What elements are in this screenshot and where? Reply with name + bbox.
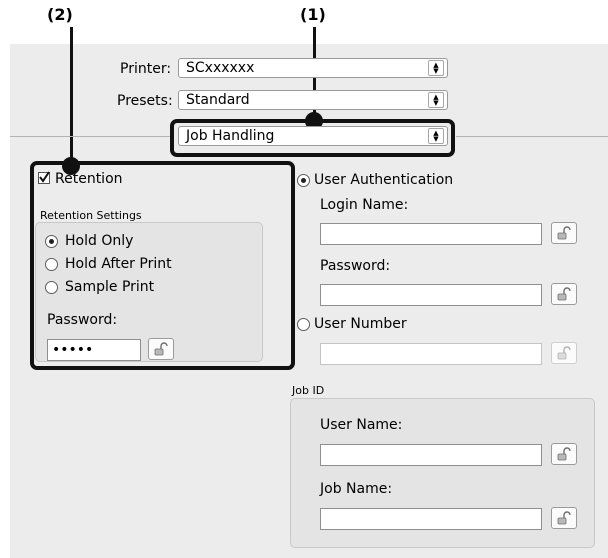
- job-name-label: Job Name:: [320, 481, 393, 497]
- auth-password-lock-button[interactable]: [551, 283, 577, 305]
- printer-label: Printer:: [120, 61, 172, 77]
- callout-label-1: (1): [300, 5, 326, 24]
- padlock-icon: [557, 287, 571, 301]
- presets-popup[interactable]: Standard ▲ ▼: [178, 90, 448, 110]
- auth-password-label: Password:: [320, 258, 391, 274]
- user-name-label: User Name:: [320, 417, 403, 433]
- user-name-lock-button[interactable]: [551, 443, 577, 465]
- separator-right: [456, 136, 608, 137]
- job-name-lock-button[interactable]: [551, 507, 577, 529]
- padlock-icon: [557, 447, 571, 461]
- padlock-icon: [557, 226, 571, 240]
- callout-box-2: [30, 161, 295, 370]
- up-down-arrows-icon: ▲ ▼: [428, 60, 444, 76]
- separator-left: [10, 136, 170, 137]
- radio-user-number[interactable]: [297, 318, 310, 331]
- callout-leader-2: [70, 27, 73, 169]
- user-name-field[interactable]: [320, 444, 542, 466]
- user-number-label: User Number: [314, 316, 407, 332]
- login-name-field[interactable]: [320, 223, 542, 245]
- presets-label: Presets:: [117, 93, 173, 109]
- callout-label-2: (2): [47, 5, 73, 24]
- login-name-label: Login Name:: [320, 197, 409, 213]
- presets-popup-value: Standard: [186, 92, 250, 108]
- padlock-icon: [557, 346, 571, 360]
- auth-password-field[interactable]: [320, 284, 542, 306]
- user-number-lock-button[interactable]: [551, 342, 577, 364]
- up-down-arrows-icon: ▲ ▼: [428, 92, 444, 108]
- job-name-field[interactable]: [320, 508, 542, 530]
- padlock-icon: [557, 511, 571, 525]
- printer-popup[interactable]: SCxxxxxx ▲ ▼: [178, 58, 448, 78]
- radio-user-authentication[interactable]: [297, 174, 310, 187]
- user-authentication-label: User Authentication: [314, 172, 454, 188]
- login-name-lock-button[interactable]: [551, 222, 577, 244]
- callout-box-1: [170, 119, 455, 157]
- user-number-field[interactable]: [320, 343, 542, 365]
- printer-popup-value: SCxxxxxx: [186, 60, 255, 76]
